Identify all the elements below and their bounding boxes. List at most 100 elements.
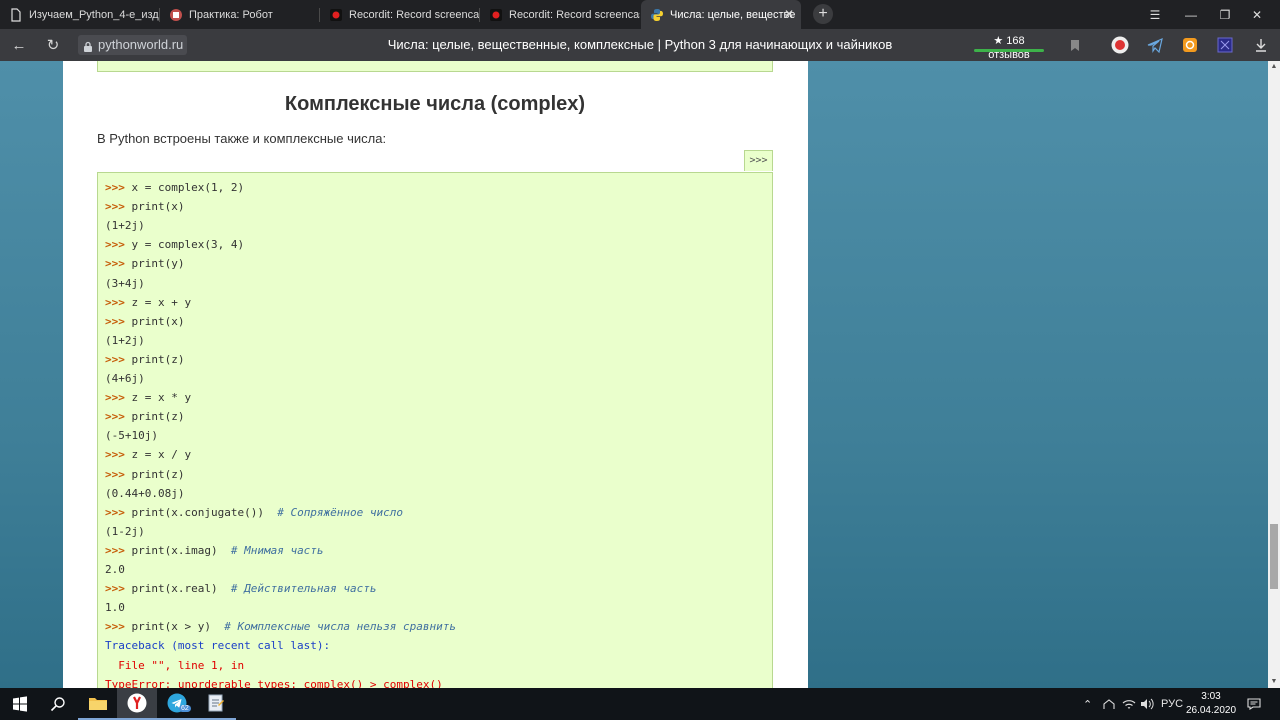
repl-prompt: >>> <box>105 181 125 194</box>
code-line: >>> y = complex(3, 4) <box>105 238 244 251</box>
code-text: y = complex(3, 4) <box>131 238 245 252</box>
tab-1[interactable]: Изучаем_Python_4-е_изда <box>0 0 160 29</box>
repl-prompt: >>> <box>105 410 125 424</box>
code-line: (1+2j) <box>105 219 145 232</box>
code-comment: # Комплексные числа нельзя сравнить <box>210 620 457 634</box>
tab-title: Числа: целые, веществе <box>670 8 796 21</box>
tab-title: Recordit: Record screencas <box>509 8 640 21</box>
telegram-extension-icon[interactable] <box>1146 36 1164 54</box>
minimize-icon[interactable]: — <box>1174 0 1208 29</box>
back-arrow-icon[interactable]: ← <box>8 35 30 55</box>
tab-4[interactable]: Recordit: Record screencas <box>480 0 640 29</box>
telegram-icon[interactable]: 62 <box>157 688 197 720</box>
address-bar: ← ↻ pythonworld.ru Числа: целые, веществ… <box>0 29 1280 61</box>
menu-icon[interactable]: ☰ <box>1138 0 1172 29</box>
code-line: 1.0 <box>105 601 125 614</box>
code-line: >>> print(x.real) # Действительная часть <box>105 582 377 595</box>
lock-icon <box>83 39 93 59</box>
code-line: (0.44+0.08j) <box>105 487 184 500</box>
notifications-icon[interactable] <box>1247 688 1261 720</box>
file-explorer-icon[interactable] <box>78 688 118 720</box>
code-line: >>> print(z) <box>105 410 184 423</box>
reload-icon[interactable]: ↻ <box>42 35 64 55</box>
code-line: >>> print(x > y) # Комплексные числа нел… <box>105 620 456 633</box>
tab-3[interactable]: Recordit: Record screencas <box>320 0 480 29</box>
code-text: print(z) <box>131 352 185 366</box>
site-favicon-icon <box>169 8 183 22</box>
bookmark-icon[interactable] <box>1066 36 1084 54</box>
code-line: TypeError: unorderable types: complex() … <box>105 678 443 688</box>
code-line: (1+2j) <box>105 334 145 347</box>
show-hidden-icons-icon[interactable]: ⌃ <box>1083 688 1092 720</box>
scrollbar-thumb[interactable] <box>1270 524 1278 589</box>
url-domain[interactable]: pythonworld.ru <box>78 35 188 55</box>
orange-extension-icon[interactable] <box>1181 36 1199 54</box>
system-clock[interactable]: 3:03 26.04.2020 <box>1184 690 1238 718</box>
code-text: print(x > y) <box>131 620 211 634</box>
recordit-icon <box>489 8 503 22</box>
repl-prompt: >>> <box>105 314 125 328</box>
tab-2[interactable]: Практика: Робот <box>160 0 320 29</box>
domain-text: pythonworld.ru <box>98 37 184 52</box>
code-line: >>> print(x.conjugate()) # Сопряжённое ч… <box>105 506 403 519</box>
repl-prompt: >>> <box>105 238 125 252</box>
code-line: Traceback (most recent call last): <box>105 639 330 652</box>
code-text: z = x * y <box>131 391 192 405</box>
download-icon[interactable] <box>1252 36 1270 54</box>
windows-taskbar: 62 ⌃ РУС 3:03 26.04.2020 <box>0 688 1280 720</box>
code-text: (1+2j) <box>105 219 145 233</box>
scroll-down-arrow-icon[interactable]: ▼ <box>1268 676 1280 688</box>
clock-date: 26.04.2020 <box>1185 705 1237 716</box>
network-settings-icon[interactable] <box>1102 688 1116 720</box>
code-line: >>> print(x) <box>105 200 184 213</box>
yandex-browser-icon[interactable] <box>117 688 157 720</box>
tab-5-active[interactable]: Числа: целые, веществе ✕ <box>641 0 801 29</box>
page-title[interactable]: Числа: целые, вещественные, комплексные … <box>200 37 1080 52</box>
code-text: print(x.conjugate()) <box>131 505 264 519</box>
notepad-icon[interactable] <box>196 688 236 720</box>
reviews-text: ★ 168 отзывов <box>988 35 1030 61</box>
code-text: x = complex(1, 2) <box>131 181 245 194</box>
screen-extension-icon[interactable] <box>1216 36 1234 54</box>
code-line: File "", line 1, in <box>105 659 244 672</box>
repl-prompt: >>> <box>105 200 125 214</box>
vertical-scrollbar[interactable]: ▲ ▼ <box>1268 61 1280 688</box>
code-text: print(x.imag) <box>131 543 218 557</box>
code-line: 2.0 <box>105 563 125 576</box>
wifi-icon[interactable] <box>1122 688 1136 720</box>
code-line: >>> z = x + y <box>105 296 191 309</box>
code-comment: # Сопряжённое число <box>263 505 404 519</box>
windows-start-icon[interactable] <box>0 688 40 720</box>
repl-prompt: >>> <box>105 257 125 271</box>
code-text: Traceback (most recent call last): <box>105 639 331 653</box>
new-tab-button[interactable]: + <box>813 4 833 24</box>
code-line: >>> print(z) <box>105 353 184 366</box>
recordit-icon <box>329 8 343 22</box>
code-line: >>> x = complex(1, 2) <box>105 181 244 194</box>
reviews-badge[interactable]: ★ 168 отзывов <box>972 34 1046 61</box>
code-text: (3+4j) <box>105 276 145 290</box>
previous-code-block <box>97 61 773 72</box>
input-language[interactable]: РУС <box>1161 688 1183 720</box>
tab-title: Практика: Робот <box>189 8 273 21</box>
tab-title: Recordit: Record screencas <box>349 8 480 21</box>
repl-prompt: >>> <box>105 467 125 481</box>
python-icon <box>650 8 664 22</box>
yandex-avatar-icon[interactable] <box>1111 36 1129 54</box>
code-text: print(x) <box>131 314 185 328</box>
code-text: print(x) <box>131 200 185 214</box>
search-icon[interactable] <box>38 688 78 720</box>
code-line: >>> print(y) <box>105 257 184 270</box>
close-window-icon[interactable]: ✕ <box>1240 0 1274 29</box>
close-tab-icon[interactable]: ✕ <box>784 7 794 21</box>
scroll-up-arrow-icon[interactable]: ▲ <box>1268 61 1280 73</box>
restore-icon[interactable]: ❐ <box>1208 0 1242 29</box>
volume-icon[interactable] <box>1140 688 1154 720</box>
code-line: >>> print(z) <box>105 468 184 481</box>
code-line: (3+4j) <box>105 277 145 290</box>
page-viewport: Комплексные числа (complex) В Python вст… <box>0 61 1268 688</box>
repl-prompt: >>> <box>105 620 125 634</box>
run-in-console-button[interactable]: >>> <box>744 150 773 171</box>
code-text: (4+6j) <box>105 372 145 385</box>
repl-prompt: >>> <box>105 505 125 519</box>
